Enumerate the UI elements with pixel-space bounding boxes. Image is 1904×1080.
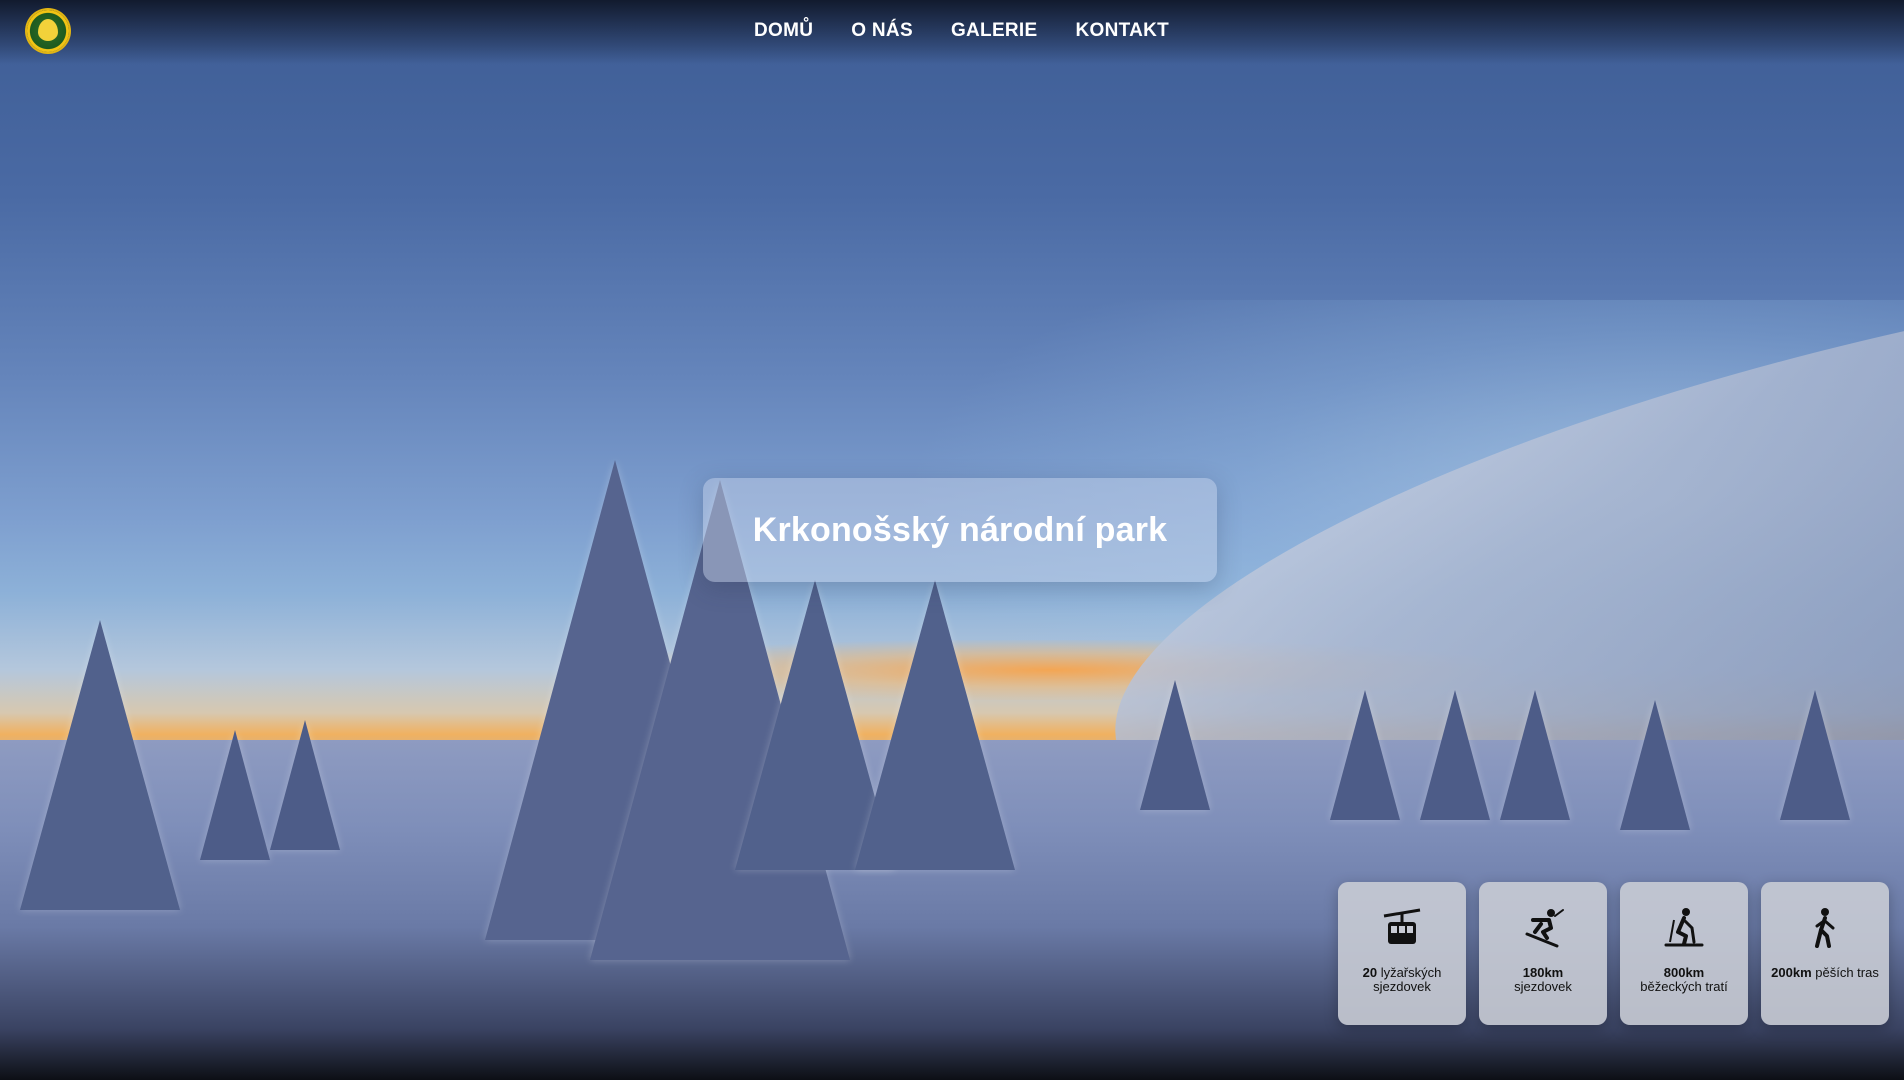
spruce-tree xyxy=(1330,690,1400,820)
stat-text: 200km pěších tras xyxy=(1769,966,1881,980)
stat-label: lyžařských sjezdovek xyxy=(1373,965,1442,994)
hero-title: Krkonošský národní park xyxy=(752,510,1168,549)
stat-label: pěších tras xyxy=(1811,965,1879,980)
top-navigation-bar: DOMŮ O NÁS GALERIE KONTAKT xyxy=(0,0,1904,64)
stat-text: 800km běžeckých tratí xyxy=(1628,966,1740,994)
hiker-icon xyxy=(1801,904,1849,952)
page: DOMŮ O NÁS GALERIE KONTAKT Krkonošský ná… xyxy=(0,0,1904,1080)
stat-number: 180km xyxy=(1522,965,1564,980)
stat-label: běžeckých tratí xyxy=(1640,979,1728,994)
stat-card-hiking: 200km pěších tras xyxy=(1761,882,1889,1025)
spruce-tree xyxy=(1140,680,1210,810)
stat-number: 200km xyxy=(1771,965,1812,980)
stat-number: 800km xyxy=(1663,965,1705,980)
spruce-tree xyxy=(1420,690,1490,820)
nav-link-gallery[interactable]: GALERIE xyxy=(951,20,1038,42)
nav-link-about[interactable]: O NÁS xyxy=(851,20,913,42)
stat-text: 20 lyžařských sjezdovek xyxy=(1346,966,1458,994)
stat-card-downhill: 180km sjezdovek xyxy=(1479,882,1607,1025)
cable-car-icon xyxy=(1378,904,1426,952)
downhill-skier-icon xyxy=(1519,904,1567,952)
spruce-tree xyxy=(855,580,1015,870)
nav-link-contact[interactable]: KONTAKT xyxy=(1076,20,1170,42)
stat-text: 180km sjezdovek xyxy=(1487,966,1599,994)
spruce-tree xyxy=(270,720,340,850)
stat-label: sjezdovek xyxy=(1514,979,1572,994)
spruce-tree xyxy=(1500,690,1570,820)
cross-country-skier-icon xyxy=(1660,904,1708,952)
logo-emblem xyxy=(38,19,58,41)
nav-link-home[interactable]: DOMŮ xyxy=(754,20,813,42)
stat-number: 20 xyxy=(1362,965,1378,980)
main-nav: DOMŮ O NÁS GALERIE KONTAKT xyxy=(754,20,1169,42)
spruce-tree xyxy=(1620,700,1690,830)
stat-card-ski-slopes: 20 lyžařských sjezdovek xyxy=(1338,882,1466,1025)
spruce-tree xyxy=(1780,690,1850,820)
spruce-tree xyxy=(20,620,180,910)
hero-title-card: Krkonošský národní park xyxy=(703,478,1217,582)
spruce-tree xyxy=(200,730,270,860)
park-logo-icon[interactable] xyxy=(27,10,69,52)
stats-row: 20 lyžařských sjezdovek 180km sjezdovek xyxy=(1338,882,1889,1025)
stat-card-cross-country: 800km běžeckých tratí xyxy=(1620,882,1748,1025)
